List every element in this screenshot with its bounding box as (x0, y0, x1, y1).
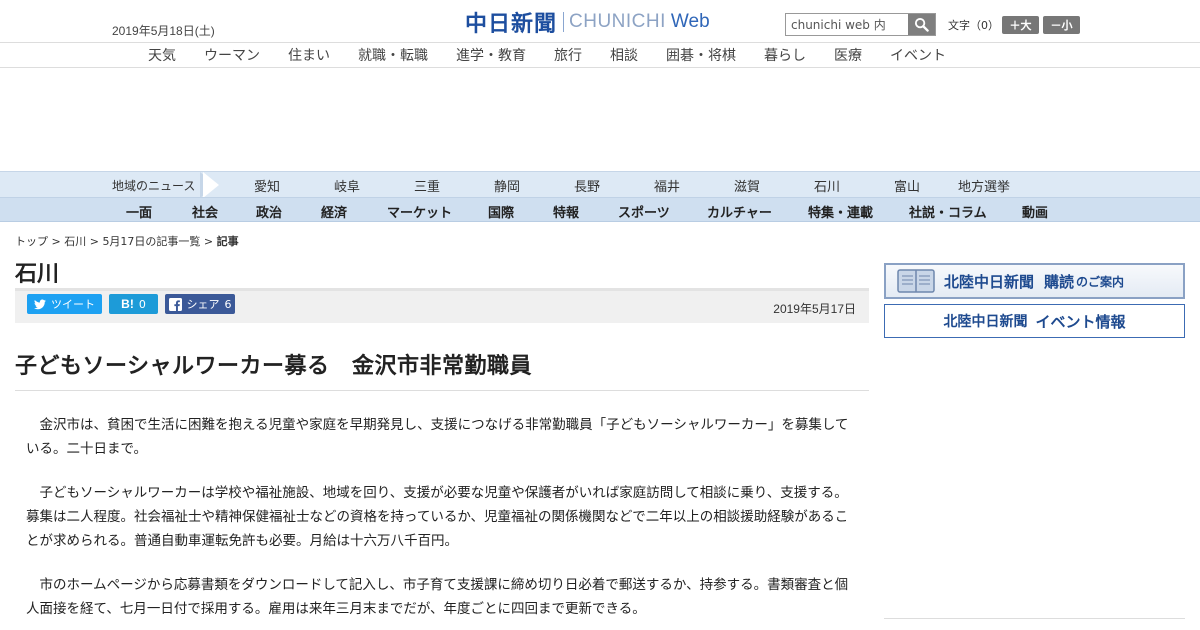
article-paragraph: 子どもソーシャルワーカーは学校や福祉施設、地域を回り、支援が必要な児童や保護者が… (26, 485, 849, 549)
life-nav-item[interactable]: 囲碁・将棋 (666, 45, 736, 65)
category-item[interactable]: 社説・コラム (909, 202, 987, 221)
region-item[interactable]: 石川 (814, 176, 840, 195)
life-nav-item[interactable]: 旅行 (554, 45, 582, 65)
region-item[interactable]: 滋賀 (734, 176, 760, 195)
category-nav: 一面 社会 政治 経済 マーケット 国際 特報 スポーツ カルチャー 特集・連載… (0, 197, 1200, 222)
text-size-up-button[interactable]: ＋大 (1002, 16, 1039, 34)
region-item[interactable]: 愛知 (254, 176, 280, 195)
tweet-button[interactable]: ツイート (27, 294, 102, 314)
life-nav-item[interactable]: 就職・転職 (358, 45, 428, 65)
logo-jp: 中日新聞 (465, 12, 558, 37)
breadcrumb-separator: > (200, 235, 217, 248)
event-info-banner[interactable]: 北陸中日新聞 イベント情報 (884, 304, 1185, 338)
subscribe-suffix: のご案内 (1076, 274, 1125, 289)
region-divider (203, 172, 219, 198)
category-item[interactable]: 国際 (488, 202, 514, 221)
logo-web: Web (670, 11, 710, 32)
life-nav-item[interactable]: イベント (890, 45, 946, 65)
category-item[interactable]: 一面 (126, 202, 152, 221)
article-body: 金沢市は、貧困で生活に困難を抱える児童や家庭を早期発見し、支援につなげる非常勤職… (26, 413, 856, 630)
hatena-bookmark-button[interactable]: B! 0 (109, 294, 158, 314)
category-item[interactable]: カルチャー (707, 202, 772, 221)
region-item[interactable]: 静岡 (494, 176, 520, 195)
logo-divider (563, 12, 565, 32)
region-item[interactable]: 長野 (574, 176, 600, 195)
hatena-count: 0 (138, 297, 146, 311)
sidebar-divider (884, 618, 1185, 619)
facebook-icon (168, 297, 182, 311)
life-nav-item[interactable]: 進学・教育 (456, 45, 526, 65)
region-item[interactable]: 岐阜 (334, 176, 360, 195)
region-item[interactable]: 富山 (894, 176, 920, 195)
breadcrumb-current: 記事 (216, 235, 239, 248)
ad-space (0, 68, 1200, 171)
breadcrumb-separator: > (48, 235, 65, 248)
text-size-label: 文字（0） (948, 19, 999, 32)
search-input[interactable] (786, 14, 908, 35)
breadcrumb-list-link[interactable]: 5月17日の記事一覧 (102, 235, 200, 248)
article-headline: 子どもソーシャルワーカー募る 金沢市非常勤職員 (15, 354, 533, 379)
life-nav-item[interactable]: 天気 (148, 45, 176, 65)
article-date: 2019年5月17日 (773, 302, 856, 316)
search-icon (914, 17, 929, 32)
category-item[interactable]: 動画 (1022, 202, 1048, 221)
region-item[interactable]: 三重 (414, 176, 440, 195)
category-item[interactable]: マーケット (387, 202, 452, 221)
text-size-down-button[interactable]: －小 (1043, 16, 1080, 34)
search-button[interactable] (908, 14, 935, 35)
region-nav: 地域のニュース 愛知 岐阜 三重 静岡 長野 福井 滋賀 石川 富山 地方選挙 (0, 171, 1200, 198)
life-nav: 天気 ウーマン 住まい 就職・転職 進学・教育 旅行 相談 囲碁・将棋 暮らし … (0, 42, 1200, 68)
life-nav-item[interactable]: 相談 (610, 45, 638, 65)
logo-en: CHUNICHI (569, 11, 666, 32)
breadcrumb: トップ > 石川 > 5月17日の記事一覧 > 記事 (15, 233, 239, 249)
life-nav-item[interactable]: 住まい (288, 45, 330, 65)
tweet-label: ツイート (51, 298, 95, 311)
category-item[interactable]: 政治 (256, 202, 282, 221)
breadcrumb-separator: > (86, 235, 103, 248)
event-paper-name: 北陸中日新聞 (943, 314, 1028, 330)
category-item[interactable]: 特集・連載 (808, 202, 873, 221)
facebook-share-button[interactable]: シェア 6 (165, 294, 235, 314)
life-nav-item[interactable]: ウーマン (204, 45, 260, 65)
book-icon (897, 269, 935, 293)
subscribe-paper-name: 北陸中日新聞 (944, 272, 1035, 291)
twitter-icon (34, 299, 46, 309)
headline-divider (15, 390, 869, 391)
region-item[interactable]: 地方選挙 (958, 176, 1010, 195)
category-item[interactable]: 社会 (192, 202, 218, 221)
region-item[interactable]: 福井 (654, 176, 680, 195)
life-nav-item[interactable]: 暮らし (764, 45, 806, 65)
event-info-label: イベント情報 (1035, 312, 1126, 331)
hatena-icon: B! (121, 297, 134, 311)
subscribe-banner[interactable]: 北陸中日新聞 購読 のご案内 (884, 263, 1185, 299)
category-item[interactable]: 特報 (553, 202, 579, 221)
site-search (785, 13, 936, 36)
share-label: シェア (186, 298, 220, 311)
region-nav-label: 地域のニュース (112, 179, 196, 193)
breadcrumb-region-link[interactable]: 石川 (64, 235, 86, 248)
category-item[interactable]: スポーツ (618, 202, 670, 221)
header-date: 2019年5月18日(土) (112, 24, 215, 38)
site-logo[interactable]: 中日新聞 CHUNICHI Web (465, 8, 710, 37)
section-title: 石川 (15, 262, 60, 287)
share-count: 6 (224, 297, 232, 311)
life-nav-item[interactable]: 医療 (834, 45, 862, 65)
breadcrumb-top-link[interactable]: トップ (15, 235, 48, 248)
subscribe-action: 購読 (1044, 272, 1075, 291)
share-bar: ツイート B! 0 シェア 6 2019年5月17日 (15, 291, 869, 323)
category-item[interactable]: 経済 (321, 202, 347, 221)
site-header: 2019年5月18日(土) 中日新聞 CHUNICHI Web 文字（0） ＋大… (0, 0, 1200, 43)
article-paragraph: 金沢市は、貧困で生活に困難を抱える児童や家庭を早期発見し、支援につなげる非常勤職… (26, 417, 849, 457)
article-paragraph: 市のホームページから応募書類をダウンロードして記入し、市子育て支援課に締め切り日… (26, 577, 849, 617)
